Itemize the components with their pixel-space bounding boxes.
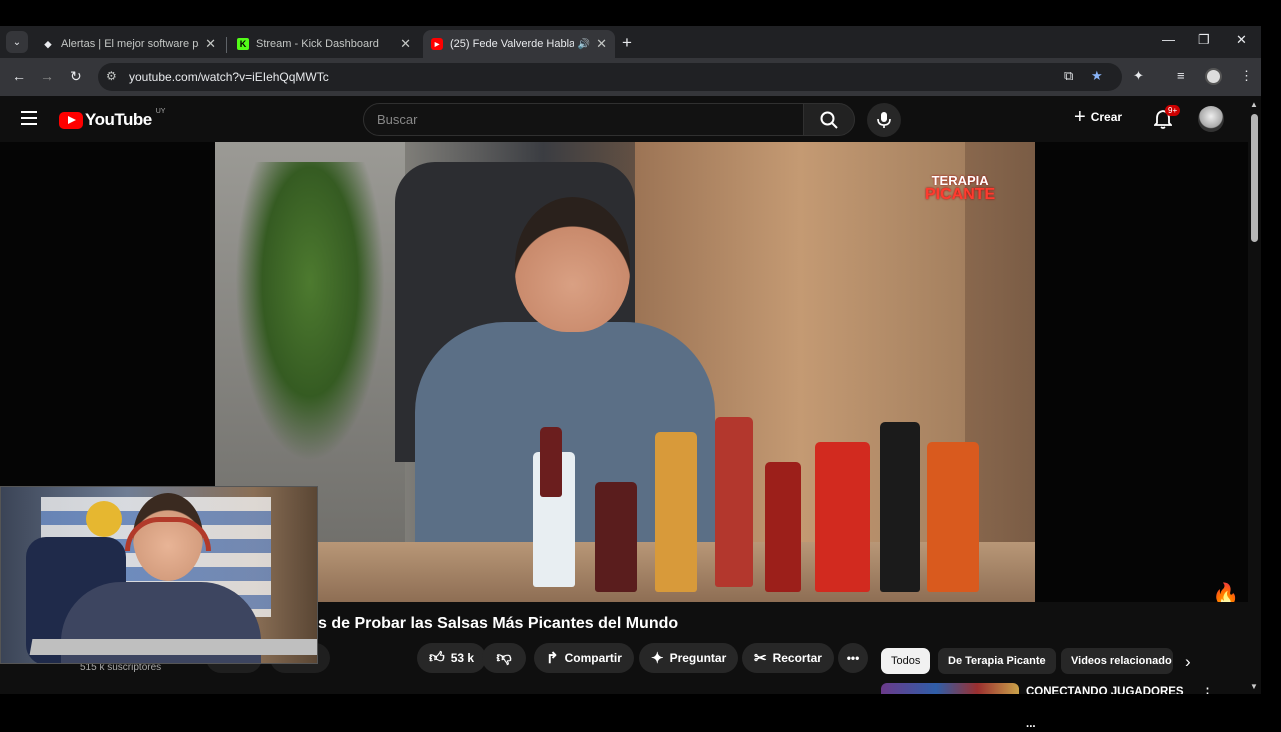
tab-title: (25) Fede Valverde Habla Si xyxy=(450,38,574,50)
tab-youtube-video[interactable]: ▶ (25) Fede Valverde Habla Si 🔊 ✕ xyxy=(423,30,615,58)
screen-right-edge xyxy=(1261,0,1281,720)
scroll-down-icon[interactable]: ▼ xyxy=(1250,682,1258,691)
back-icon[interactable]: ← xyxy=(12,68,26,84)
close-icon[interactable]: ✕ xyxy=(596,36,607,52)
more-horizontal-icon: ••• xyxy=(846,651,860,665)
speaker-icon[interactable]: 🔊 xyxy=(578,39,590,50)
share-icon: ↱ xyxy=(546,650,559,667)
browser-menu-icon[interactable]: ⋮ xyxy=(1240,68,1253,84)
minimize-icon[interactable]: — xyxy=(1162,32,1175,47)
like-count: 53 k xyxy=(450,651,475,665)
create-label: Crear xyxy=(1090,110,1123,124)
sparkle-icon: ✦ xyxy=(651,650,664,667)
tab-alertas[interactable]: ◆ Alertas | El mejor software para ✕ xyxy=(34,30,224,58)
youtube-logo[interactable]: YouTube UY xyxy=(59,107,166,130)
notifications-badge: 9+ xyxy=(1165,105,1181,116)
ask-button[interactable]: ✦ Preguntar xyxy=(639,643,739,673)
tab-strip: ⌄ ◆ Alertas | El mejor software para ✕ K… xyxy=(0,26,1261,58)
video-title: s de Probar las Salsas Más Picantes del … xyxy=(318,615,679,632)
microphone-icon xyxy=(877,112,891,128)
shield-icon: ◆ xyxy=(44,38,52,49)
bottle xyxy=(715,417,753,587)
page-scrollbar[interactable]: ▲ ▼ xyxy=(1248,96,1261,694)
youtube-header: YouTube UY Buscar + Crear 9+ xyxy=(0,96,1248,142)
chip-de-terapia-picante[interactable]: De Terapia Picante xyxy=(938,648,1056,674)
search-button[interactable] xyxy=(803,103,855,136)
country-code: UY xyxy=(155,107,166,115)
terapia-picante-watermark: TERAPIA PICANTE xyxy=(925,173,996,203)
account-avatar[interactable] xyxy=(1198,106,1224,132)
browser-profile-avatar[interactable] xyxy=(1205,68,1222,85)
ask-label: Preguntar xyxy=(669,651,727,665)
tab-search-button[interactable]: ⌄ xyxy=(6,31,28,53)
restore-icon[interactable]: ❐ xyxy=(1198,32,1210,48)
scroll-thumb[interactable] xyxy=(1251,114,1258,242)
close-icon[interactable]: ✕ xyxy=(400,36,411,52)
video-frame[interactable]: TERAPIA PICANTE xyxy=(215,142,1035,602)
close-icon[interactable]: ✕ xyxy=(205,36,216,52)
more-actions-button[interactable]: ••• xyxy=(838,643,868,673)
youtube-icon: ▶ xyxy=(431,38,443,50)
thumbs-down-icon: 👎︎ xyxy=(496,649,512,666)
logo-text: YouTube xyxy=(85,110,152,129)
chip-videos-relacionados[interactable]: Videos relacionado xyxy=(1061,648,1173,674)
plus-icon: + xyxy=(1074,106,1086,128)
tab-title: Stream - Kick Dashboard xyxy=(256,38,379,50)
chevron-right-icon[interactable]: › xyxy=(1185,652,1191,672)
bottle xyxy=(655,432,697,592)
search-icon xyxy=(820,111,838,129)
voice-search-button[interactable] xyxy=(867,103,901,137)
tab-title: Alertas | El mejor software para xyxy=(61,38,200,50)
thumbs-up-icon: 👍︎ xyxy=(429,649,445,666)
url-text[interactable]: youtube.com/watch?v=iEIehQqMWTc xyxy=(129,70,329,84)
like-button[interactable]: 👍︎ 53 k xyxy=(417,643,487,673)
screen-bottom-edge xyxy=(0,694,1281,720)
tab-divider xyxy=(226,37,227,53)
extensions-icon[interactable]: ✦ xyxy=(1133,68,1144,84)
new-tab-icon[interactable]: + xyxy=(622,33,632,53)
bottle xyxy=(927,442,979,592)
forward-icon[interactable]: → xyxy=(40,68,54,84)
bottle xyxy=(765,462,801,592)
browser-toolbar: ← → ↻ ⚙ youtube.com/watch?v=iEIehQqMWTc … xyxy=(0,58,1261,96)
bottle xyxy=(595,482,637,592)
kick-icon: K xyxy=(237,38,249,50)
share-button[interactable]: ↱ Compartir xyxy=(534,643,634,673)
clip-button[interactable]: ✂ Recortar xyxy=(742,643,834,673)
keyboard xyxy=(29,639,317,655)
tab-kick-dashboard[interactable]: K Stream - Kick Dashboard ✕ xyxy=(229,30,419,58)
address-bar[interactable]: ⚙ youtube.com/watch?v=iEIehQqMWTc ⧉ ★ xyxy=(98,63,1122,91)
screen-top-edge xyxy=(0,0,1281,26)
chip-todos[interactable]: Todos xyxy=(881,648,931,674)
person-head xyxy=(515,197,630,332)
bottle xyxy=(815,442,870,592)
menu-icon[interactable] xyxy=(21,111,37,125)
install-app-icon[interactable]: ⧉ xyxy=(1064,68,1073,84)
search-placeholder: Buscar xyxy=(377,112,418,127)
close-window-icon[interactable]: ✕ xyxy=(1236,32,1247,48)
browser-window: ⌄ ◆ Alertas | El mejor software para ✕ K… xyxy=(0,26,1261,730)
plant-image xyxy=(235,162,385,462)
dislike-button[interactable]: 👎︎ xyxy=(482,643,526,673)
flag-sun xyxy=(86,501,122,537)
media-control-icon[interactable]: ≡ xyxy=(1177,68,1185,83)
bookmark-star-icon[interactable]: ★ xyxy=(1091,68,1103,84)
streamer-webcam-overlay xyxy=(0,486,318,664)
scissors-icon: ✂ xyxy=(754,650,767,667)
bottle xyxy=(540,427,562,497)
create-button[interactable]: + Crear xyxy=(1074,106,1123,128)
scroll-up-icon[interactable]: ▲ xyxy=(1250,100,1258,109)
search-input[interactable]: Buscar xyxy=(363,103,804,136)
clip-label: Recortar xyxy=(772,651,822,665)
site-info-icon[interactable]: ⚙ xyxy=(106,69,117,83)
bottle xyxy=(880,422,920,592)
share-label: Compartir xyxy=(564,651,622,665)
reload-icon[interactable]: ↻ xyxy=(70,68,82,85)
youtube-play-icon xyxy=(59,111,83,129)
